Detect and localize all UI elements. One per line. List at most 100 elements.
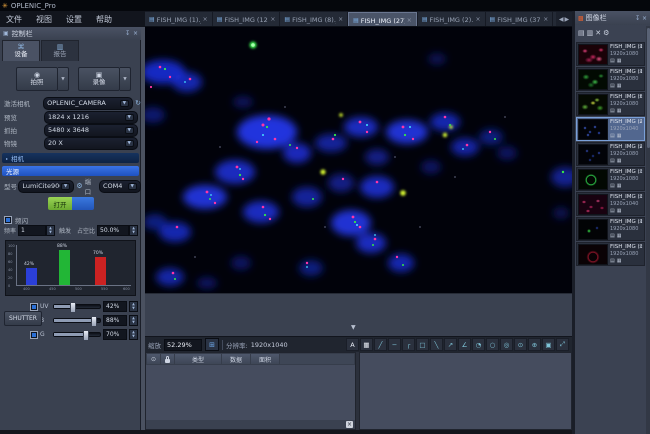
tab-report[interactable]: ▥报告 xyxy=(41,40,79,61)
measurement-table-body[interactable] xyxy=(146,365,355,421)
close-image-icon[interactable]: × xyxy=(639,144,643,151)
close-image-icon[interactable]: × xyxy=(639,169,643,176)
parallel-tool-icon[interactable]: ╲ xyxy=(430,338,443,351)
image-list-item[interactable]: FISH_IMG (81920x1080 ▤▦ × xyxy=(576,92,645,116)
save-icon[interactable]: ▤ xyxy=(610,233,615,240)
close-image-icon[interactable]: × xyxy=(639,194,643,201)
save-icon[interactable]: ▤ xyxy=(610,83,615,90)
annulus-tool-icon[interactable]: ⊕ xyxy=(528,338,541,351)
light-power-toggle[interactable]: 打开 xyxy=(48,197,94,210)
export-icon[interactable]: ▦ xyxy=(617,158,622,165)
arrow-tool-icon[interactable]: ↗ xyxy=(444,338,457,351)
image-list-item[interactable]: FISH_IMG (31920x1040 ▤▦ × xyxy=(576,192,645,216)
text-tool-icon[interactable]: A xyxy=(346,338,359,351)
shutter-button[interactable]: SHUTTER xyxy=(4,311,42,326)
tab-scroll-buttons[interactable]: ◀▶ xyxy=(556,12,572,26)
g-slider[interactable] xyxy=(53,332,101,337)
ellipse-tool-icon[interactable]: ⊙ xyxy=(514,338,527,351)
image-viewport[interactable] xyxy=(145,27,572,293)
pin-icon[interactable]: ↧ xyxy=(125,30,130,37)
grid-tool-icon[interactable]: ▣ xyxy=(542,338,555,351)
image-thumbnail[interactable] xyxy=(578,94,608,115)
close-image-icon[interactable]: × xyxy=(639,44,643,51)
close-image-icon[interactable]: × xyxy=(639,219,643,226)
scale-tool-icon[interactable]: ⤢ xyxy=(556,338,569,351)
objective-select[interactable]: 20 X▼ xyxy=(44,137,138,150)
image-thumbnail[interactable] xyxy=(578,119,608,140)
tab-close-icon[interactable]: × xyxy=(407,17,412,24)
menu-settings[interactable]: 设置 xyxy=(60,13,88,26)
doc-tab-active[interactable]: ▤FISH_IMG (27).jpg× xyxy=(348,12,417,27)
save-icon[interactable]: ▤ xyxy=(610,183,615,190)
tab-close-icon[interactable]: × xyxy=(543,16,548,23)
capture-dropdown-arrow[interactable]: ▼ xyxy=(58,67,69,91)
close-icon[interactable]: × xyxy=(642,15,647,22)
doc-tab[interactable]: ▤FISH_IMG (1).jpg× xyxy=(145,12,212,27)
angle-tool-icon[interactable]: ∠ xyxy=(458,338,471,351)
image-list-scrollbar[interactable] xyxy=(646,26,650,434)
tab-close-icon[interactable]: × xyxy=(338,16,343,23)
doc-tab[interactable]: ▤FISH_IMG (12).jpg× xyxy=(213,12,280,27)
image-thumbnail[interactable] xyxy=(578,194,608,215)
image-list-item[interactable]: FISH_IMG (11920x1080 ▤▦ × xyxy=(576,67,645,91)
export-icon[interactable]: ▦ xyxy=(617,208,622,215)
export-icon[interactable]: ▦ xyxy=(617,58,622,65)
save-icon[interactable]: ▤ xyxy=(610,133,615,140)
doc-tab[interactable]: ▤FISH_IMG (8).jpg× xyxy=(280,12,347,27)
close-image-icon[interactable]: × xyxy=(639,244,643,251)
doc-tab[interactable]: ▤FISH_IMG (2).jpg× xyxy=(418,12,485,27)
image-thumbnail[interactable] xyxy=(578,169,608,190)
b-spinner[interactable]: ▲▼ xyxy=(129,315,138,326)
image-thumbnail[interactable] xyxy=(578,69,608,90)
uv-checkbox[interactable] xyxy=(30,303,38,311)
record-dropdown-arrow[interactable]: ▼ xyxy=(120,67,131,91)
tab-close-icon[interactable]: × xyxy=(475,16,480,23)
doc-tab[interactable]: ▤FISH_IMG (37).jpg× xyxy=(486,12,553,27)
pin-icon[interactable]: ↧ xyxy=(635,15,640,22)
uv-slider[interactable] xyxy=(53,304,101,309)
uv-spinner[interactable]: ▲▼ xyxy=(129,301,138,312)
rect-tool-icon[interactable]: □ xyxy=(416,338,429,351)
arc-tool-icon[interactable]: ◔ xyxy=(472,338,485,351)
export-icon[interactable]: ▦ xyxy=(617,183,622,190)
capture-button[interactable]: ◉拍照 xyxy=(16,67,58,91)
b-slider[interactable] xyxy=(53,318,101,323)
line-tool-icon[interactable]: ╱ xyxy=(374,338,387,351)
section-camera[interactable]: ▸ 相机 xyxy=(2,153,139,163)
gear-icon[interactable]: ⚙ xyxy=(76,182,82,190)
image-list-item-selected[interactable]: FISH_IMG (21920x1040 ▤▦ × xyxy=(576,117,645,141)
camera-select[interactable]: OPLENIC_CAMERA▼ xyxy=(43,97,133,110)
save-icon[interactable]: ▤ xyxy=(610,208,615,215)
save-icon[interactable]: ▤ xyxy=(610,158,615,165)
image-list-item[interactable]: FISH_IMG (31920x1080 ▤▦ × xyxy=(576,167,645,191)
export-icon[interactable]: ▦ xyxy=(617,233,622,240)
preview-resolution-select[interactable]: 1824 x 1216▼ xyxy=(44,111,138,124)
export-icon[interactable]: ▦ xyxy=(617,108,622,115)
image-list-item[interactable]: FISH_IMG (11920x1080 ▤▦ × xyxy=(576,217,645,241)
column-area[interactable]: 面积 xyxy=(251,354,279,364)
image-thumbnail[interactable] xyxy=(578,244,608,265)
g-checkbox[interactable] xyxy=(30,331,38,339)
close-image-icon[interactable]: × xyxy=(639,69,643,76)
close-image-icon[interactable]: × xyxy=(639,119,643,126)
polyline-tool-icon[interactable]: ┌ xyxy=(402,338,415,351)
image-list-item[interactable]: FISH_IMG (31920x1080 ▤▦ × xyxy=(576,242,645,266)
menu-view[interactable]: 视图 xyxy=(30,13,58,26)
toggle-off-side[interactable] xyxy=(72,197,94,210)
menu-help[interactable]: 帮助 xyxy=(90,13,118,26)
menu-file[interactable]: 文件 xyxy=(0,13,28,26)
export-icon[interactable]: ▦ xyxy=(617,258,622,265)
duty-cycle-input[interactable]: 50.0% xyxy=(97,225,129,236)
close-image-icon[interactable]: × xyxy=(639,94,643,101)
column-type[interactable]: 类型 xyxy=(175,354,221,364)
close-all-icon[interactable]: ✕ xyxy=(595,29,601,37)
light-model-select[interactable]: LumiCite9000▼ xyxy=(18,180,74,193)
export-icon[interactable]: ▦ xyxy=(617,83,622,90)
record-button[interactable]: ▣录像 xyxy=(78,67,120,91)
save-image-icon[interactable]: ▤ xyxy=(578,29,585,37)
strobe-checkbox[interactable] xyxy=(4,216,12,224)
image-thumbnail[interactable] xyxy=(578,219,608,240)
stamp-tool-icon[interactable]: ▦ xyxy=(360,338,373,351)
frequency-input[interactable]: 1 xyxy=(18,225,46,236)
tab-device[interactable]: ⌘设备 xyxy=(2,40,40,61)
